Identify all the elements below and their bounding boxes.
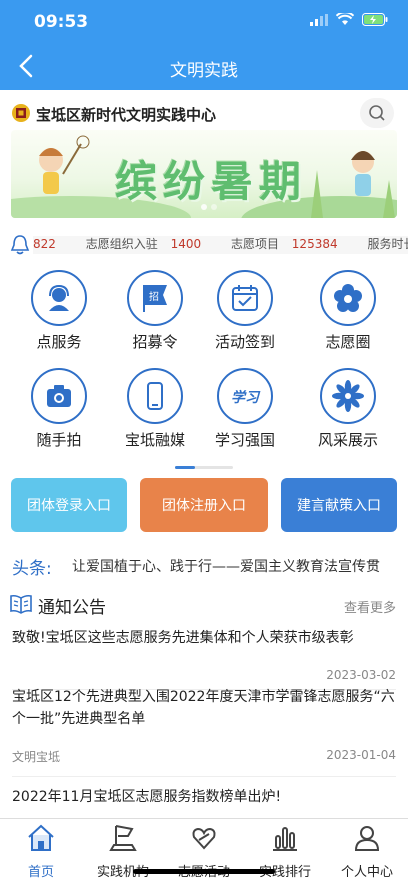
headline-marquee[interactable]: 头条: 让爱国植于心、践于行——爱国主义教育法宣传贯: [0, 552, 408, 578]
status-bar: 09:53: [0, 0, 408, 44]
ticker-label: 志愿项目: [230, 237, 279, 251]
bar-chart-icon: [273, 827, 297, 851]
grid-item-label: 点服务: [36, 333, 82, 351]
grid-item-baodi-rongmei[interactable]: 宝坻融媒: [110, 368, 200, 450]
notice-header: 通知公告 查看更多: [0, 590, 408, 618]
book-icon: [10, 594, 32, 614]
grid-item-xuexi-qiangguo[interactable]: 学习 学习强国: [200, 368, 290, 450]
grid-item-label: 招募令: [132, 333, 178, 351]
banner-title: 缤纷暑期: [115, 157, 308, 206]
news-item-title[interactable]: 宝坻区12个先进典型入围2022年度天津市学雷锋志愿服务“六个一批”先进典型名单: [12, 686, 396, 730]
tab-label: 个人中心: [340, 865, 393, 880]
camera-icon: [47, 385, 71, 407]
tab-home[interactable]: 首页: [1, 823, 81, 880]
grid-item-label: 风采展示: [317, 431, 378, 449]
ticker-label: 服务时长: [367, 237, 408, 251]
stats-ticker: 822 志愿组织入驻 1400 志愿项目 125384 服务时长 2: [0, 232, 408, 256]
grid-icon-circle: [320, 368, 376, 424]
ticker-value: 822: [33, 237, 56, 251]
page-indicator-active: [175, 466, 195, 469]
headline-text[interactable]: 让爱国植于心、践于行——爱国主义教育法宣传贯: [72, 556, 380, 576]
center-logo-icon: [12, 104, 30, 122]
grid-item-label: 宝坻融媒: [124, 431, 185, 449]
grid-icon-circle: [31, 270, 87, 326]
xuexi-badge: 学习: [231, 389, 261, 406]
notice-title: 通知公告: [38, 598, 106, 618]
news-source: 文明宝坻: [12, 750, 61, 764]
grid-item-fengcai-zhanshi[interactable]: 风采展示: [303, 368, 393, 450]
group-register-button[interactable]: 团体注册入口: [140, 478, 268, 532]
grid-icon-circle: 招: [127, 270, 183, 326]
signal-icon: [310, 13, 328, 26]
grid-icon-circle: 学习: [217, 368, 273, 424]
bell-icon: [10, 235, 30, 255]
news-item-meta: 2023-03-02: [12, 668, 396, 684]
center-header: 宝坻区新时代文明实践中心: [0, 96, 408, 130]
grid-item-zhiyuanquan[interactable]: 志愿圈: [303, 270, 393, 352]
flag-icon: [109, 825, 137, 851]
grid-item-label: 随手拍: [36, 431, 82, 449]
suggestion-button[interactable]: 建言献策入口: [281, 478, 397, 532]
carousel-dot[interactable]: [201, 204, 207, 210]
center-name: 宝坻区新时代文明实践中心: [36, 106, 217, 124]
nav-bar: 文明实践: [0, 44, 408, 90]
news-date: 2023-03-02: [326, 668, 396, 682]
view-more-link[interactable]: 查看更多: [344, 597, 396, 616]
grid-item-dianfuwu[interactable]: 点服务: [14, 270, 104, 352]
wifi-icon: [336, 13, 354, 25]
tab-label: 首页: [27, 865, 54, 880]
home-icon: [28, 824, 54, 851]
ticker-track: 822 志愿组织入驻 1400 志愿项目 125384 服务时长 2: [33, 236, 408, 254]
news-item-title[interactable]: 致敬!宝坻区这些志愿服务先进集体和个人荣获市级表彰: [12, 627, 396, 649]
volunteer-icon: [192, 827, 216, 850]
status-icons: [310, 13, 388, 26]
grid-icon-circle: [127, 368, 183, 424]
recruit-badge: 招: [149, 290, 159, 303]
ticker-label: 志愿组织入驻: [85, 237, 158, 251]
grid-page-indicator: [175, 466, 233, 469]
user-icon: [354, 826, 380, 851]
divider: [12, 776, 396, 777]
group-login-button[interactable]: 团体登录入口: [11, 478, 127, 532]
ticker-value: 1400: [170, 237, 202, 251]
customer-service-icon: [49, 284, 69, 311]
grid-item-label: 学习强国: [214, 431, 275, 449]
flower-icon: [334, 284, 362, 312]
news-item-title[interactable]: 2022年11月宝坻区志愿服务指数榜单出炉!: [12, 786, 396, 808]
news-item-meta: 文明宝坻 2023-01-04: [12, 748, 396, 764]
banner-carousel[interactable]: 缤纷暑期: [11, 130, 397, 218]
headline-tag: 头条:: [12, 559, 52, 578]
search-icon: [369, 105, 385, 121]
news-date: 2023-01-04: [326, 748, 396, 762]
battery-charging-icon: [362, 13, 388, 26]
home-indicator: [133, 869, 275, 874]
ticker-value: 125384: [291, 237, 338, 251]
carousel-dot[interactable]: [211, 204, 217, 210]
grid-icon-circle: [217, 270, 273, 326]
grid-item-suishoupai[interactable]: 随手拍: [14, 368, 104, 450]
grid-icon-circle: [31, 368, 87, 424]
calendar-check-icon: [232, 285, 258, 311]
grid-item-huodong-qiandao[interactable]: 活动签到: [200, 270, 290, 352]
xuexi-logo-icon: 学习: [231, 389, 261, 406]
status-time: 09:53: [34, 12, 89, 32]
grid-item-zhaomuling[interactable]: 招 招募令: [110, 270, 200, 352]
snowflake-flower-icon: [332, 380, 364, 412]
page-title: 文明实践: [170, 61, 238, 81]
search-button[interactable]: [360, 98, 394, 128]
tab-profile[interactable]: 个人中心: [327, 823, 407, 880]
grid-icon-circle: [320, 270, 376, 326]
recruit-flag-icon: 招: [143, 285, 167, 312]
phone-icon: [147, 382, 163, 410]
grid-item-label: 志愿圈: [325, 333, 371, 351]
grid-item-label: 活动签到: [214, 333, 275, 351]
